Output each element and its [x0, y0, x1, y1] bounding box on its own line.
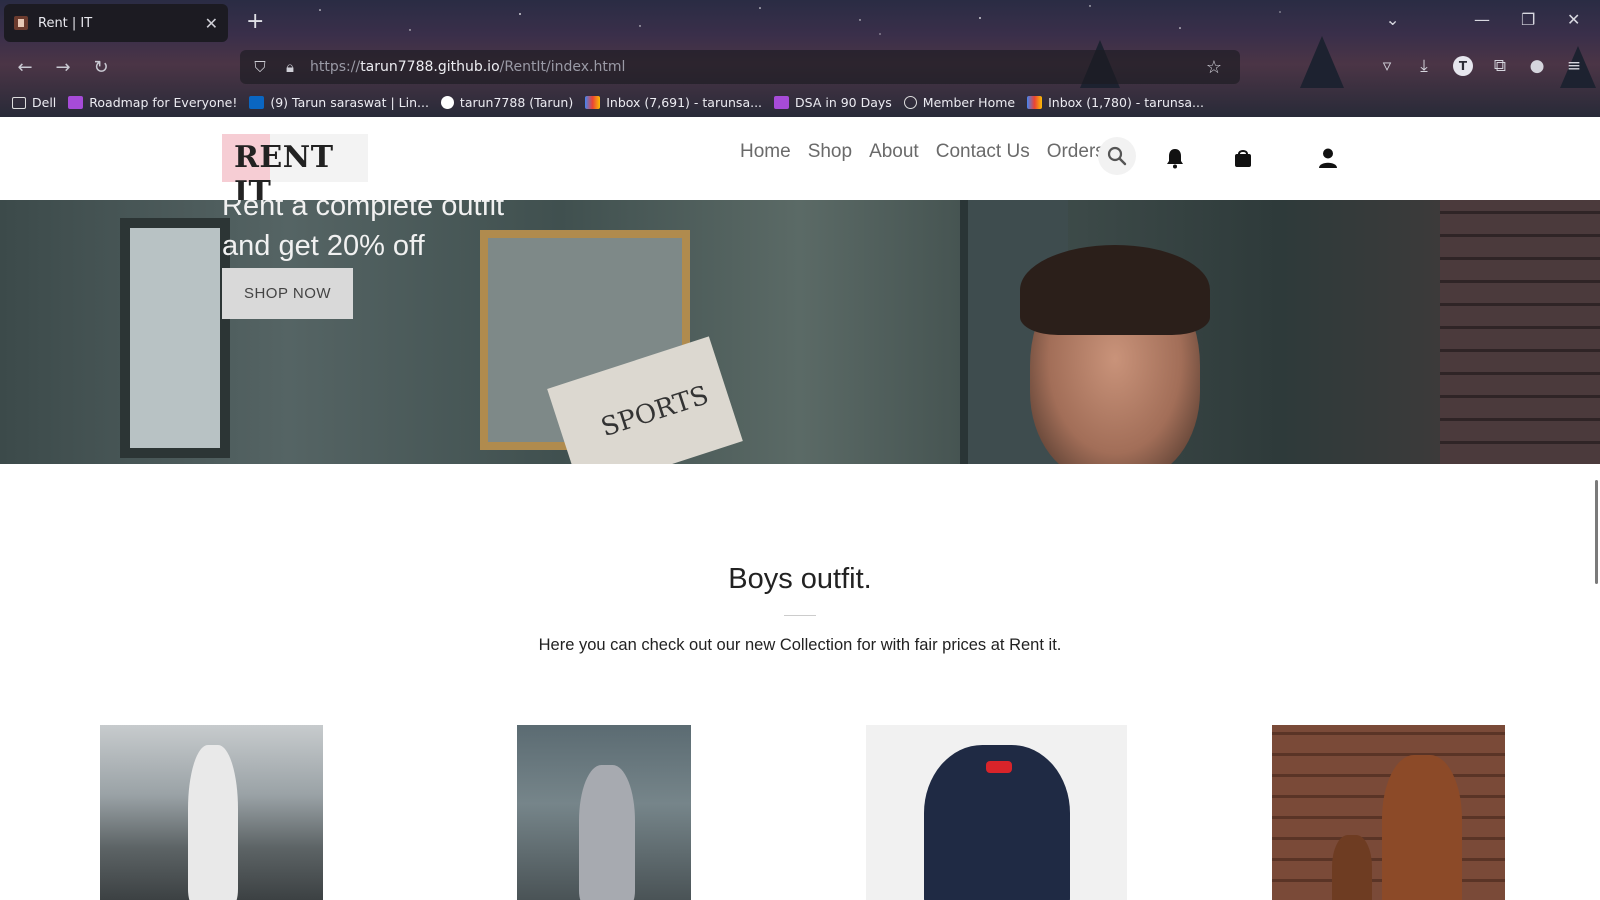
roadmap-icon	[774, 96, 790, 109]
site-header: RENT IT Home Shop About Contact Us Order…	[0, 117, 1600, 210]
close-tab-icon[interactable]: ✕	[205, 14, 218, 33]
site-logo[interactable]: RENT IT	[222, 134, 372, 210]
shop-now-button[interactable]: SHOP NOW	[222, 268, 353, 319]
hero-headline: Rent a complete outfit and get 20% off	[222, 200, 504, 266]
bookmark-gmail-1[interactable]: Inbox (7,691) - tarunsa...	[585, 95, 762, 110]
bow-tie	[986, 761, 1012, 773]
gmail-icon	[1027, 96, 1043, 109]
globe-icon	[903, 96, 917, 109]
page-scrollbar[interactable]	[1595, 480, 1598, 584]
product-image-3[interactable]	[866, 725, 1127, 900]
hero-banner: SPORTS Rent a complete outfit and get 20…	[0, 200, 1600, 464]
product-image-2[interactable]	[517, 725, 691, 900]
list-tabs-icon[interactable]: ⌄	[1386, 10, 1399, 29]
downloads-icon[interactable]: ⤓	[1413, 56, 1435, 76]
extensions-icon[interactable]: ⧉	[1489, 56, 1511, 76]
pocket-icon[interactable]: ▿	[1376, 56, 1398, 76]
model-blazer	[579, 765, 635, 900]
hero-line-2: and get 20% off	[222, 230, 425, 262]
bookmark-dell[interactable]: Dell	[12, 95, 56, 110]
search-icon	[1107, 146, 1127, 166]
nav-shop[interactable]: Shop	[808, 141, 852, 163]
url-text[interactable]: https://tarun7788.github.io/RentIt/index…	[310, 59, 625, 75]
bookmark-roadmap[interactable]: Roadmap for Everyone!	[68, 95, 237, 110]
model-hoodie	[188, 745, 238, 900]
bookmark-linkedin[interactable]: (9) Tarun saraswat | Lin...	[249, 95, 429, 110]
browser-chrome: Rent | IT ✕ + ⌄ — ❐ ✕ ← → ↻ ⛉ 🔒︎ https:/…	[0, 0, 1600, 117]
nav-home[interactable]: Home	[740, 141, 791, 163]
bookmark-gmail-2[interactable]: Inbox (1,780) - tarunsa...	[1027, 95, 1204, 110]
tab-rent-it[interactable]: Rent | IT ✕	[4, 4, 228, 42]
github-icon	[440, 96, 454, 109]
section-divider	[784, 615, 816, 616]
nav-contact[interactable]: Contact Us	[936, 141, 1030, 163]
hero-window	[120, 218, 230, 458]
app-menu-icon[interactable]: ≡	[1563, 56, 1585, 76]
section-title: Boys outfit.	[728, 563, 872, 595]
address-bar[interactable]: ⛉ 🔒︎ https://tarun7788.github.io/RentIt/…	[240, 50, 1240, 84]
bookmarks-bar: Dell Roadmap for Everyone! (9) Tarun sar…	[0, 88, 1600, 117]
section-subtitle: Here you can check out our new Collectio…	[538, 636, 1062, 654]
gmail-icon	[585, 96, 601, 109]
vpn-globe-icon[interactable]: ●	[1526, 56, 1548, 76]
folder-icon	[12, 96, 26, 109]
product-image-4[interactable]	[1272, 725, 1505, 900]
user-icon[interactable]	[1317, 147, 1339, 169]
nav-about[interactable]: About	[869, 141, 919, 163]
product-image-1[interactable]	[100, 725, 323, 900]
minimize-icon[interactable]: —	[1474, 10, 1490, 29]
main-nav: Home Shop About Contact Us Orders	[740, 141, 1122, 163]
shopping-bag-icon[interactable]	[1232, 147, 1254, 169]
search-button[interactable]	[1098, 137, 1136, 175]
bookmark-dsa[interactable]: DSA in 90 Days	[774, 95, 892, 110]
tab-title: Rent | IT	[38, 15, 93, 31]
account-avatar[interactable]: T	[1453, 56, 1473, 76]
bookmark-github[interactable]: tarun7788 (Tarun)	[440, 95, 573, 110]
tracking-shield-icon[interactable]: ⛉	[250, 58, 270, 76]
child-model	[1332, 835, 1372, 900]
back-icon[interactable]: ←	[12, 54, 38, 80]
nav-orders[interactable]: Orders	[1047, 141, 1105, 163]
bell-icon[interactable]	[1164, 147, 1186, 169]
reload-icon[interactable]: ↻	[88, 54, 114, 80]
bookmark-star-icon[interactable]: ☆	[1206, 57, 1222, 78]
model-brown-suit	[1382, 755, 1462, 900]
new-tab-icon[interactable]: +	[246, 10, 264, 34]
close-window-icon[interactable]: ✕	[1567, 10, 1580, 29]
forward-icon[interactable]: →	[50, 54, 76, 80]
tab-strip: Rent | IT ✕ + ⌄ — ❐ ✕	[0, 0, 1600, 46]
hero-model-hair	[1020, 245, 1210, 335]
lock-icon[interactable]: 🔒︎	[280, 58, 300, 76]
navigation-toolbar: ← → ↻ ⛉ 🔒︎ https://tarun7788.github.io/R…	[0, 46, 1600, 88]
hero-line-1: Rent a complete outfit	[222, 200, 505, 222]
hero-brick-wall	[1440, 200, 1600, 464]
linkedin-icon	[249, 96, 265, 109]
roadmap-icon	[68, 96, 84, 109]
site-favicon	[14, 16, 28, 30]
restore-icon[interactable]: ❐	[1521, 10, 1535, 29]
bookmark-member-home[interactable]: Member Home	[903, 95, 1015, 110]
